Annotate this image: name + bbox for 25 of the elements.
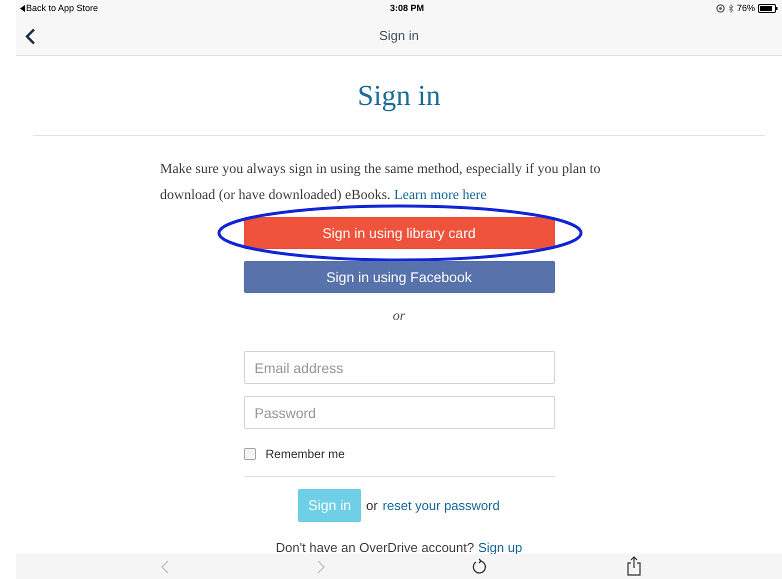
back-icon[interactable] [25, 28, 36, 45]
facebook-button[interactable]: Sign in using Facebook [244, 261, 554, 293]
battery-percent: 76% [736, 2, 755, 15]
share-icon[interactable] [627, 556, 641, 576]
intro-paragraph: Make sure you always sign in using the same method, especially if you plan to download (or have downloaded) eBooks. Learn more here [160, 161, 602, 205]
battery-icon [758, 4, 778, 13]
learn-more-link[interactable]: Learn more here [394, 188, 487, 203]
reload-icon[interactable] [471, 558, 487, 575]
sign-up-link[interactable]: Sign up [478, 538, 522, 558]
rotation-lock-icon [716, 4, 725, 13]
back-triangle-icon [20, 5, 25, 12]
or-text: or [366, 496, 378, 515]
page-heading: Sign in [358, 79, 440, 114]
email-field[interactable]: Email address [244, 351, 554, 384]
or-separator: or [392, 308, 406, 326]
library-card-button[interactable]: Sign in using library card [244, 217, 554, 249]
password-field[interactable]: Password [244, 396, 554, 429]
remember-label: Remember me [266, 446, 345, 463]
reset-password-link[interactable]: reset your password [382, 496, 500, 516]
signup-prompt: Don't have an OverDrive account? [276, 539, 474, 557]
remember-checkbox[interactable] [244, 448, 256, 460]
status-time: 3:08 PM [390, 2, 424, 15]
bluetooth-icon [728, 4, 734, 13]
nav-title: Sign in [379, 27, 419, 46]
back-to-app-store-link[interactable]: Back to App Store [26, 2, 98, 16]
